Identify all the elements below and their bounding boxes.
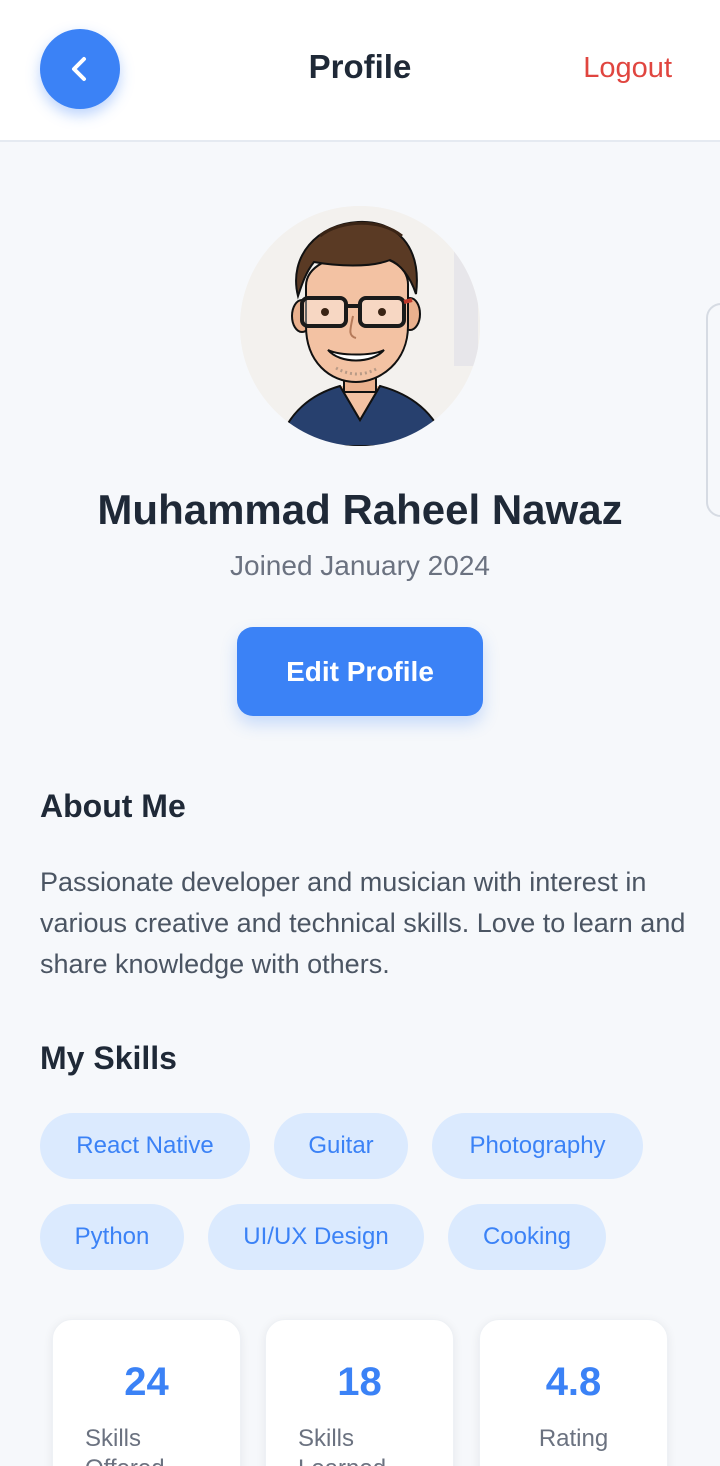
cartoon-avatar bbox=[240, 206, 480, 446]
stat-card-rating: 4.8 Rating bbox=[479, 1319, 668, 1466]
stat-value: 4.8 bbox=[545, 1360, 602, 1404]
joined-date: Joined January 2024 bbox=[230, 550, 490, 581]
stat-card-skills-learned: 18 Skills Learned bbox=[265, 1319, 454, 1466]
about-text: Passionate developer and musician with i… bbox=[40, 867, 686, 979]
back-button[interactable] bbox=[40, 29, 120, 109]
skill-chip[interactable]: UI/UX Design bbox=[208, 1204, 424, 1270]
stat-label: Rating bbox=[538, 1425, 609, 1452]
about-title: About Me bbox=[40, 788, 186, 824]
skill-chip[interactable]: React Native bbox=[40, 1113, 250, 1179]
skills-title: My Skills bbox=[40, 1040, 177, 1076]
avatar bbox=[240, 206, 480, 446]
profile-name: Muhammad Raheel Nawaz bbox=[97, 486, 623, 533]
side-drawer-handle[interactable] bbox=[706, 303, 720, 517]
skill-chip[interactable]: Python bbox=[40, 1204, 184, 1270]
stat-value: 18 bbox=[337, 1360, 382, 1404]
stat-value: 24 bbox=[124, 1360, 169, 1404]
stat-label: Skills Offered bbox=[85, 1425, 165, 1466]
logout-button[interactable]: Logout bbox=[583, 52, 672, 85]
edit-profile-button[interactable]: Edit Profile bbox=[237, 627, 483, 716]
skill-chip[interactable]: Cooking bbox=[448, 1204, 606, 1270]
chevron-left-icon bbox=[72, 57, 86, 81]
header-bar: Profile Logout bbox=[0, 0, 720, 142]
skill-chip[interactable]: Photography bbox=[432, 1113, 643, 1179]
skill-chip[interactable]: Guitar bbox=[274, 1113, 408, 1179]
stat-label: Skills Learned bbox=[298, 1425, 386, 1466]
stat-card-skills-offered: 24 Skills Offered bbox=[52, 1319, 241, 1466]
